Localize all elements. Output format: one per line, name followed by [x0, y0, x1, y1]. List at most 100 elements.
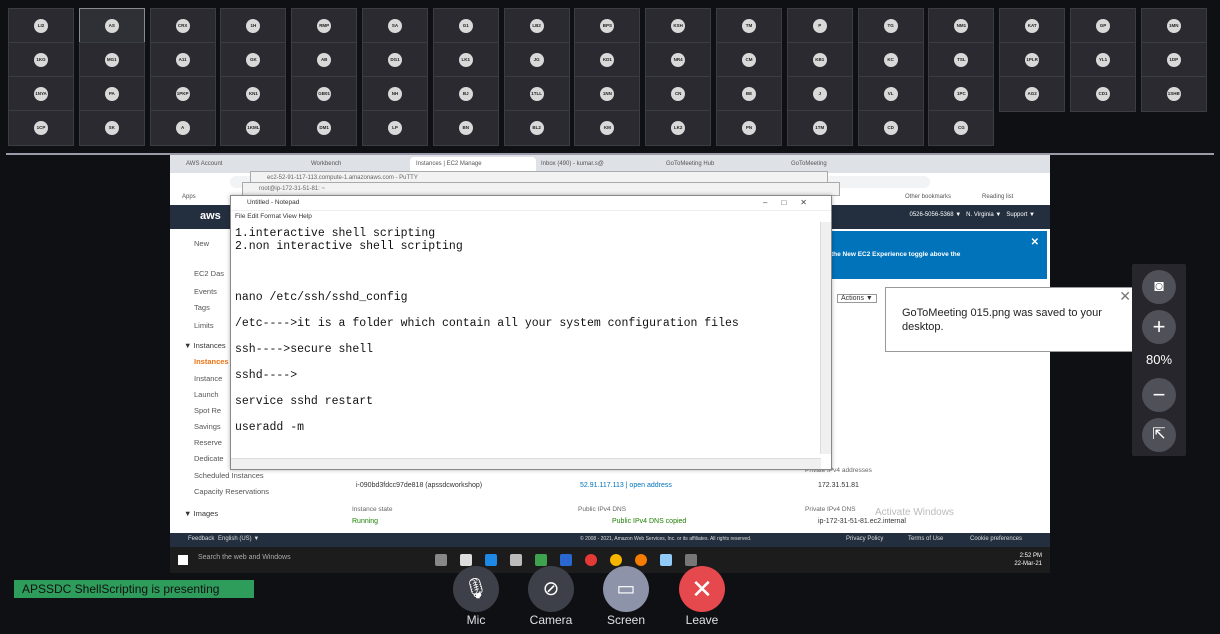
participant-tile[interactable]: KC — [857, 42, 924, 78]
screen-share-icon[interactable]: ▭ — [603, 566, 649, 612]
leave-icon[interactable]: ✕ — [679, 566, 725, 612]
participant-tile[interactable]: CN — [645, 76, 712, 112]
sidenav-item[interactable]: Instances — [194, 357, 229, 366]
participant-tile[interactable]: KM — [574, 110, 641, 146]
participant-tile[interactable]: NR4 — [645, 42, 712, 78]
camera-off-icon[interactable]: ⊘ — [528, 566, 574, 612]
participant-tile[interactable]: KD1 — [574, 42, 641, 78]
opera-icon[interactable] — [585, 554, 597, 566]
participant-tile[interactable]: 1MN — [1140, 8, 1207, 44]
participant-tile[interactable]: 1TLL — [503, 76, 570, 112]
participant-tile[interactable]: DM1 — [291, 110, 358, 146]
cookie-link[interactable]: Cookie preferences — [970, 536, 1022, 542]
participant-tile[interactable]: BJ — [432, 76, 499, 112]
participant-tile[interactable]: CRX — [149, 8, 216, 44]
participant-tile[interactable]: VL — [857, 76, 924, 112]
participant-tile[interactable]: CM — [716, 42, 782, 78]
task-view-icon[interactable] — [435, 554, 447, 566]
participant-tile[interactable]: NM1 — [928, 8, 995, 44]
popout-icon[interactable]: ⇱ — [1142, 418, 1176, 452]
participant-tile[interactable]: TSL — [928, 42, 995, 78]
participant-tile[interactable]: G1 — [432, 8, 499, 44]
participant-tile[interactable]: 1KG — [8, 42, 74, 78]
participant-tile[interactable]: 1KML — [220, 110, 287, 146]
participant-tile[interactable]: BL2 — [503, 110, 570, 146]
app-icon[interactable] — [560, 554, 572, 566]
putty-icon[interactable] — [685, 554, 697, 566]
participant-tile[interactable]: GB01 — [291, 76, 358, 112]
aws-support-menu[interactable]: Support ▼ — [1006, 212, 1035, 218]
participant-tile[interactable]: A11 — [149, 42, 216, 78]
browser-tab[interactable]: Workbench — [305, 157, 411, 172]
sidenav-item[interactable]: Spot Re — [194, 406, 221, 415]
terms-link[interactable]: Terms of Use — [908, 536, 943, 542]
store-icon[interactable] — [460, 554, 472, 566]
participant-tile[interactable]: CD — [857, 110, 924, 146]
participant-tile[interactable]: BPS — [574, 8, 641, 44]
participant-tile[interactable]: SK — [78, 110, 145, 146]
participant-tile[interactable]: DG1 — [362, 42, 428, 78]
participant-tile[interactable]: LK1 — [432, 42, 499, 78]
folder-icon[interactable] — [510, 554, 522, 566]
browser-tab[interactable]: GoToMeeting Hub — [660, 157, 786, 172]
sidenav-item[interactable]: Reserve — [194, 438, 222, 447]
aws-account-menu[interactable]: 0526-5056-5368 ▼ — [910, 212, 962, 218]
chrome-icon[interactable] — [610, 554, 622, 566]
participant-tile[interactable]: TG — [857, 8, 924, 44]
sidenav-item[interactable]: Scheduled Instances — [194, 471, 264, 480]
participant-tile[interactable]: AS — [78, 8, 145, 44]
horizontal-scrollbar[interactable] — [231, 458, 821, 469]
participant-tile[interactable]: 1NN — [574, 76, 641, 112]
sheet-icon[interactable] — [535, 554, 547, 566]
participant-tile[interactable]: 1PKP — [149, 76, 216, 112]
participant-tile[interactable]: RMP — [291, 8, 358, 44]
mic-muted-icon[interactable]: 🎙 — [453, 566, 499, 612]
zoom-out-icon[interactable]: − — [1142, 378, 1176, 412]
participant-tile[interactable]: KN1 — [220, 76, 287, 112]
reading-list[interactable]: Reading list — [982, 194, 1013, 200]
browser-tab[interactable]: AWS Account — [180, 157, 306, 172]
browser-tab[interactable]: GoToMeeting — [785, 157, 901, 172]
sidenav-item[interactable]: New — [194, 239, 209, 248]
close-icon[interactable]: ✕ — [1031, 237, 1039, 248]
participant-tile[interactable]: 1SHB — [1140, 76, 1207, 112]
instance-id[interactable]: i-090bd3fdcc97de818 (apssdcworkshop) — [356, 482, 482, 489]
participant-tile[interactable]: NH — [362, 76, 428, 112]
feedback-link[interactable]: Feedback — [188, 536, 214, 542]
participant-tile[interactable]: TM — [716, 8, 782, 44]
taskbar-search[interactable]: Search the web and Windows — [198, 554, 291, 561]
sidenav-item[interactable]: ▼ Instances — [184, 341, 226, 350]
participant-tile[interactable]: AG2 — [999, 76, 1066, 112]
browser-tab[interactable]: Instances | EC2 Manage — [410, 157, 536, 172]
sidenav-item[interactable]: EC2 Das — [194, 269, 224, 278]
sidenav-item[interactable]: Tags — [194, 303, 210, 312]
notepad-menu[interactable]: File Edit Format View Help — [231, 211, 831, 222]
participant-tile[interactable]: 1CP — [8, 110, 74, 146]
sidenav-item[interactable]: Limits — [194, 321, 214, 330]
participant-tile[interactable]: YL1 — [1070, 42, 1136, 78]
vertical-scrollbar[interactable] — [820, 222, 831, 454]
participant-tile[interactable]: P — [786, 8, 853, 44]
camera-snapshot-icon[interactable]: ◙ — [1142, 270, 1176, 304]
close-icon[interactable]: ✕ — [1119, 288, 1131, 305]
putty-window-front[interactable]: root@ip-172-31-51-81: ~ — [242, 182, 840, 196]
participant-tile[interactable]: A — [149, 110, 216, 146]
aws-region-menu[interactable]: N. Virginia ▼ — [966, 212, 1001, 218]
participant-tile[interactable]: BE — [716, 76, 782, 112]
notepad-titlebar[interactable]: Untitled - Notepad –□✕ — [231, 196, 831, 211]
participant-tile[interactable]: 1DP — [1140, 42, 1207, 78]
aws-logo[interactable]: aws — [200, 210, 221, 222]
participant-tile[interactable]: LI2 — [8, 8, 74, 44]
sidenav-item[interactable]: Capacity Reservations — [194, 487, 269, 496]
participant-tile[interactable]: PN — [716, 110, 782, 146]
other-bookmarks[interactable]: Other bookmarks — [905, 194, 951, 200]
participant-tile[interactable]: 1PC — [928, 76, 995, 112]
participant-tile[interactable]: 1TM — [786, 110, 853, 146]
participant-tile[interactable]: J — [786, 76, 853, 112]
privacy-link[interactable]: Privacy Policy — [846, 536, 883, 542]
apps-bookmark[interactable]: Apps — [182, 194, 196, 200]
browser-tab[interactable]: Inbox (490) - kumar.s@ — [535, 157, 661, 172]
participant-tile[interactable]: PA — [78, 76, 145, 112]
window-controls[interactable]: –□✕ — [763, 196, 821, 210]
participant-tile[interactable]: BN — [432, 110, 499, 146]
